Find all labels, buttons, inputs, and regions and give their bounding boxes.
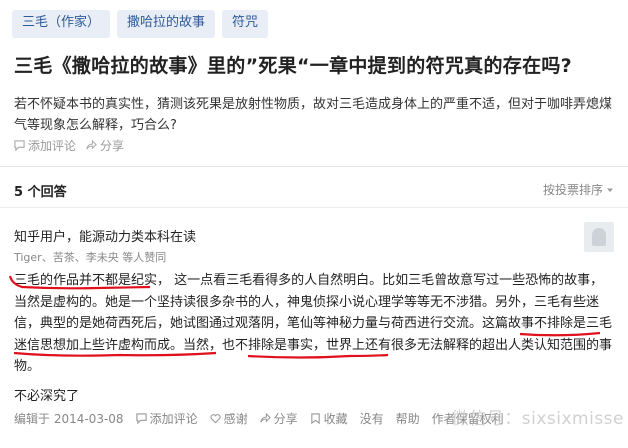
wechat-watermark: 微信号：sixsixmisse	[451, 409, 624, 429]
divider	[0, 166, 628, 167]
tag-charm[interactable]: 符咒	[222, 10, 269, 38]
answer-ending: 不必深究了	[14, 389, 80, 404]
collect-button[interactable]: 收藏	[310, 410, 348, 427]
divider	[0, 207, 628, 208]
tag-sahara-story[interactable]: 撒哈拉的故事	[117, 10, 216, 38]
comment-icon	[14, 140, 25, 151]
thanks-label: 感谢	[223, 412, 248, 426]
sort-label: 按投票排序	[542, 183, 603, 197]
edited-date[interactable]: 编辑于 2014-03-08	[14, 410, 124, 427]
sort-dropdown[interactable]: 按投票排序	[543, 181, 614, 198]
share-label: 分享	[100, 139, 125, 153]
answer-voters[interactable]: Tiger、苦茶、李未央 等人赞同	[14, 249, 166, 265]
add-comment-button[interactable]: 添加评论	[135, 410, 198, 427]
heart-icon	[210, 414, 221, 424]
answer-author[interactable]: 知乎用户，能源动力类本科在读	[14, 226, 196, 245]
avatar[interactable]	[584, 222, 614, 252]
question-title[interactable]: 三毛《撒哈拉的故事》里的”死果“一章中提到的符咒真的存在吗?	[14, 51, 614, 78]
answer-count: 5 个回答	[14, 185, 67, 200]
answer-footer: 编辑于 2014-03-08 添加评论 感谢 分享 收藏 没有 帮助 作者保留权…	[14, 410, 504, 427]
collect-label: 收藏	[323, 412, 348, 426]
question-detail: 若不怀疑本书的真实性，猜测该死果是放射性物质，故对三毛造成身体上的严重不适，但对…	[14, 97, 613, 133]
question-actions: 添加评论 分享	[14, 137, 124, 154]
share-button[interactable]: 分享	[86, 137, 124, 154]
thanks-button[interactable]: 感谢	[210, 410, 248, 427]
share-icon	[260, 413, 271, 423]
tag-sanmao[interactable]: 三毛（作家）	[12, 10, 111, 38]
share-icon	[86, 140, 97, 150]
no-help-button[interactable]: 没有	[360, 410, 384, 427]
sort-caret-icon	[607, 188, 613, 192]
help-label[interactable]: 帮助	[396, 410, 420, 427]
collect-icon	[310, 413, 320, 424]
answer-body: 三毛的作品并不都是纪实， 这一点看三毛看得多的人自然明白。比如三毛曾故意写过一些…	[14, 273, 613, 374]
add-comment-label: 添加评论	[149, 412, 198, 426]
share-label: 分享	[273, 412, 298, 426]
share-button[interactable]: 分享	[260, 410, 298, 427]
add-comment-button[interactable]: 添加评论	[14, 137, 76, 154]
comment-icon	[135, 413, 147, 424]
topic-tags: 三毛（作家） 撒哈拉的故事 符咒	[12, 10, 269, 38]
add-comment-label: 添加评论	[28, 139, 77, 153]
